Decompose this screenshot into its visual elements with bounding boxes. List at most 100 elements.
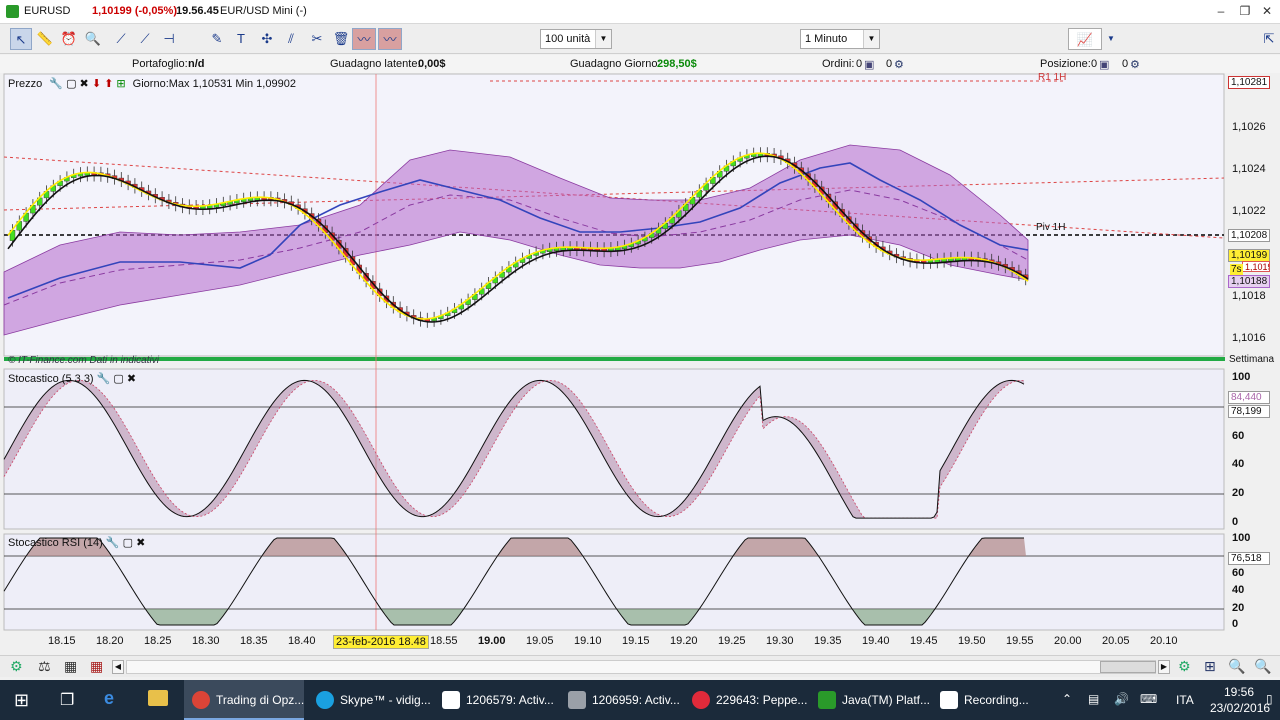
quantity-select[interactable]: 100 unità ▼ [540, 29, 612, 49]
wrench-icon[interactable]: 🔧 [49, 78, 63, 90]
ruler-tool-icon[interactable]: 📏 [34, 28, 56, 50]
title-bar: EURUSD 1,10199 (-0,05%) 19.56.45 EUR/USD… [0, 0, 1280, 24]
rsi-tick: 100 [1232, 532, 1251, 544]
pointer-tool-icon[interactable]: ↖ [10, 28, 32, 50]
stoch-tick: 40 [1232, 458, 1245, 470]
file-explorer-icon[interactable] [148, 690, 168, 706]
minimize-button[interactable]: – [1210, 2, 1232, 20]
channel-tool-icon[interactable]: ⫽ [280, 28, 302, 50]
keyboard-icon[interactable]: ⌨ [1140, 692, 1157, 706]
rsi-value-box: 76,518 [1228, 552, 1270, 565]
orders-icon[interactable]: ▣ [864, 58, 874, 71]
window-icon[interactable]: ▢ [113, 373, 123, 385]
taskbar-item-activ-1[interactable]: 1206579: Activ... [434, 680, 558, 720]
fibonacci-tool-icon[interactable]: ✣ [256, 28, 278, 50]
countdown-label: 7s [1230, 264, 1243, 275]
pencil-tool-icon[interactable]: ✎ [206, 28, 228, 50]
time-tick: 18.15 [48, 635, 76, 647]
text-tool-icon[interactable]: T [230, 28, 252, 50]
close-panel-icon[interactable]: ✖ [80, 78, 89, 90]
window-icon[interactable]: ▢ [123, 537, 133, 549]
wrench-icon[interactable]: 🔧 [97, 373, 111, 385]
r1-price-box: 1,10281 [1228, 76, 1270, 89]
move-down-icon[interactable]: ⬇ [92, 78, 101, 90]
tools-icon[interactable]: ✂ [306, 28, 328, 50]
posizione-value-1: 0 [1091, 58, 1098, 70]
zoom-fit-icon[interactable]: ⊞ [1204, 658, 1216, 675]
chart-type-dropdown-icon[interactable]: ▼ [1100, 28, 1122, 50]
taskbar-item-recording[interactable]: Recording... [932, 680, 1056, 720]
detach-window-icon[interactable]: ⇱ [1258, 28, 1280, 50]
time-tick: 19.35 [814, 635, 842, 647]
draw-mode-2-icon[interactable]: 〰 [378, 28, 402, 50]
autoscale-icon[interactable]: ⚙ [1178, 658, 1191, 675]
stoch-panel-header: Stocastico (5 3 3) 🔧 ▢ ✖ [8, 372, 136, 385]
taskbar-item-activ-2[interactable]: 1206959: Activ... [560, 680, 680, 720]
speaker-icon[interactable]: 🔊 [1114, 692, 1129, 706]
rsi-panel-title: Stocastico RSI (14) [8, 537, 103, 549]
close-panel-icon[interactable]: ✖ [127, 373, 136, 385]
ordini-settings-icon[interactable]: ⚙ [894, 58, 904, 71]
windows-start-icon[interactable]: ⊞ [14, 690, 29, 711]
app-icon [6, 5, 19, 18]
clock-date[interactable]: 23/02/2016 [1210, 701, 1270, 715]
posizione-settings-icon[interactable]: ⚙ [1130, 58, 1140, 71]
tray-chevron-icon[interactable]: ⌃ [1062, 692, 1072, 706]
scroll-right-icon[interactable]: ▶ [1158, 660, 1170, 674]
account-info-bar: Portafoglio: n/d Guadagno latente: 0,00$… [0, 55, 1280, 73]
taskbar-item-java[interactable]: Java(TM) Platf... [810, 680, 930, 720]
scroll-left-icon[interactable]: ◀ [112, 660, 124, 674]
zoom-tool-icon[interactable]: 🔍 [82, 28, 104, 50]
horizontal-scrollbar[interactable] [126, 660, 1156, 674]
wrench-icon[interactable]: 🔧 [106, 537, 120, 549]
chevron-down-icon: ▼ [863, 30, 879, 48]
trendline-tool-icon[interactable]: ⟋ [110, 28, 132, 50]
stoch-d-value-box: 78,199 [1228, 405, 1270, 418]
layout-icon[interactable]: ▦ [90, 658, 103, 675]
add-indicator-icon[interactable]: ⊞ [116, 78, 125, 90]
portafoglio-value: n/d [188, 58, 205, 70]
ordini-value-1: 0 [856, 58, 863, 70]
notification-icon[interactable]: ▯ [1266, 692, 1273, 706]
pinterest-icon [692, 691, 710, 709]
stoch-panel-title: Stocastico (5 3 3) [8, 373, 94, 385]
taskbar-item-peppe[interactable]: 229643: Peppe... [684, 680, 808, 720]
window-icon[interactable]: ▢ [66, 78, 76, 90]
price-tick: 1,1016 [1232, 332, 1266, 344]
chart-settings-icon[interactable]: ⚙ [10, 658, 23, 675]
template-icon[interactable]: ⚖ [38, 658, 51, 675]
toolbar: ↖ 📏 ⏰ 🔍 ⟋ ⟋ ⊣ ✎ T ✣ ⫽ ✂ 🗑 〰 〰 100 unità … [0, 24, 1280, 54]
giorno-label: Guadagno Giorno: [570, 58, 661, 70]
window-instrument: EUR/USD Mini (-) [220, 5, 307, 17]
close-button[interactable]: ✕ [1256, 2, 1278, 20]
alarm-tool-icon[interactable]: ⏰ [58, 28, 80, 50]
network-icon[interactable]: ▤ [1088, 692, 1099, 706]
taskbar-item-skype[interactable]: Skype™ - vidig... [308, 680, 432, 720]
move-up-icon[interactable]: ⬆ [104, 78, 113, 90]
grid-icon[interactable]: ▦ [64, 658, 77, 675]
scrollbar-thumb[interactable] [1100, 661, 1156, 673]
task-view-icon[interactable]: ❐ [60, 690, 74, 710]
chart-area[interactable] [0, 73, 1280, 653]
language-indicator[interactable]: ITA [1176, 693, 1194, 707]
taskbar-item-chrome[interactable]: Trading di Opz... [184, 680, 304, 720]
clock-time[interactable]: 19:56 [1224, 685, 1254, 699]
zoom-out-icon[interactable]: 🔍 [1228, 658, 1245, 675]
price-tick: 1,1022 [1232, 205, 1266, 217]
time-tick: 18.20 [96, 635, 124, 647]
chart-type-icon[interactable]: 📈 [1068, 28, 1102, 50]
week-label: Settimana [1229, 354, 1275, 365]
draw-mode-1-icon[interactable]: 〰 [352, 28, 376, 50]
trash-icon[interactable]: 🗑 [330, 28, 352, 50]
pivot-label: Piv 1H [1036, 222, 1066, 233]
zoom-in-icon[interactable]: 🔍 [1254, 658, 1271, 675]
chevron-down-icon: ▼ [595, 30, 611, 48]
edge-icon[interactable]: e [104, 688, 114, 709]
close-panel-icon[interactable]: ✖ [136, 537, 145, 549]
horizontal-line-tool-icon[interactable]: ⊣ [158, 28, 180, 50]
positions-icon[interactable]: ▣ [1099, 58, 1109, 71]
maximize-button[interactable]: ❐ [1234, 2, 1256, 20]
timeframe-select[interactable]: 1 Minuto ▼ [800, 29, 880, 49]
ray-tool-icon[interactable]: ⟋ [134, 28, 156, 50]
time-tick: 19.30 [766, 635, 794, 647]
